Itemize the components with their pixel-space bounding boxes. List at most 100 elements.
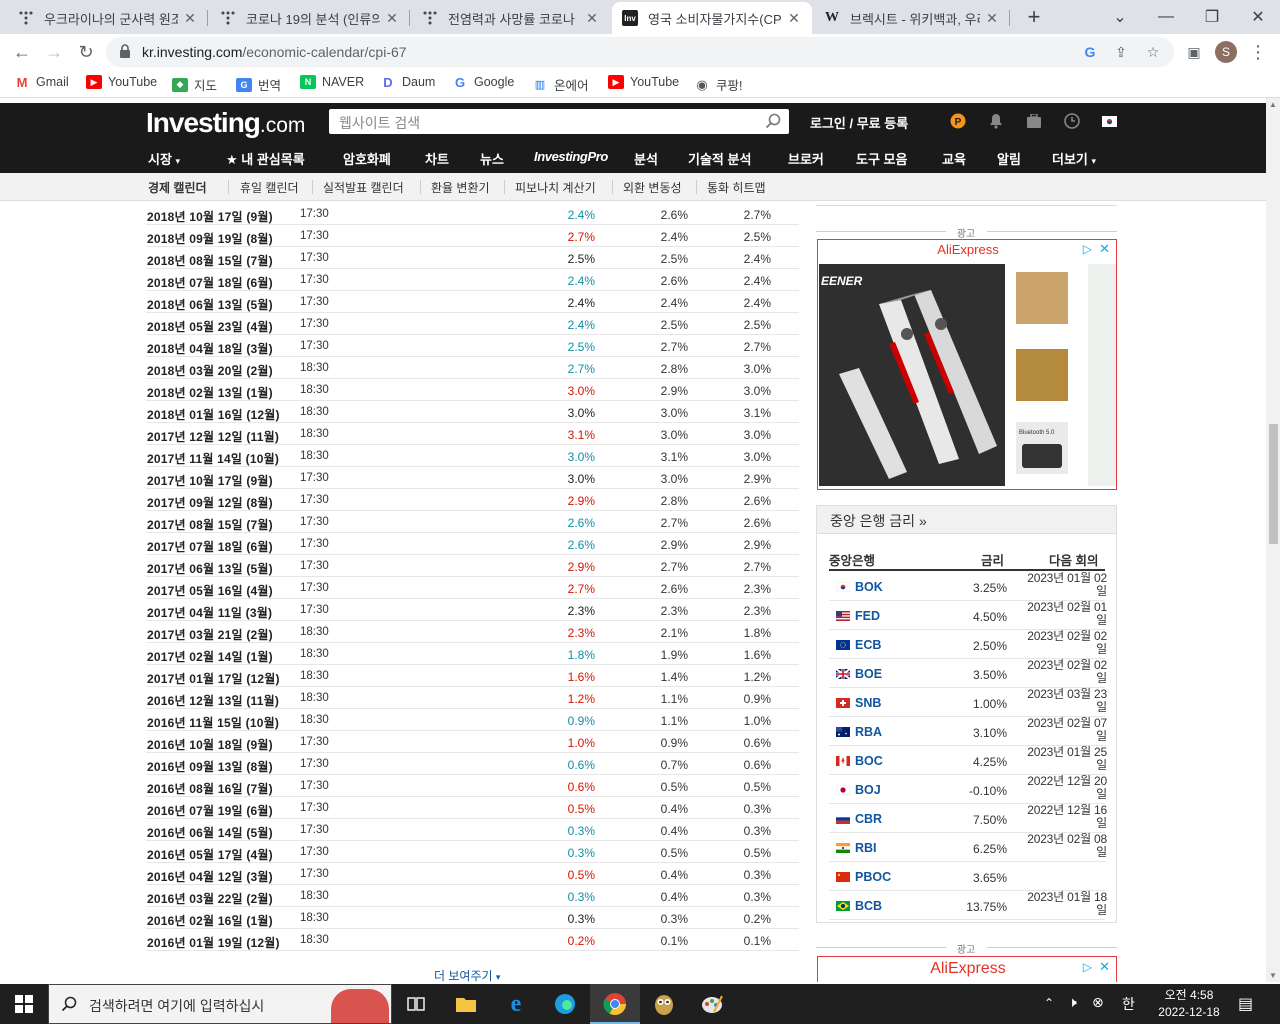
url-field[interactable]: kr.investing.com/economic-calendar/cpi-6…	[106, 37, 1174, 67]
share-icon[interactable]: ⇪	[1112, 43, 1130, 61]
profile-avatar[interactable]: S	[1214, 40, 1238, 64]
volume-icon[interactable]: 🕨	[1068, 994, 1077, 1011]
subnav-holiday-calendar[interactable]: 휴일 캘린더	[240, 179, 299, 196]
nav-more[interactable]: 더보기 ▾	[1052, 149, 1096, 168]
bookmark-onair[interactable]: ▥ 온에어	[532, 75, 589, 94]
taskbar-clock[interactable]: 오전 4:58 2022-12-18	[1148, 987, 1230, 1021]
lock-icon[interactable]	[119, 44, 131, 58]
korea-flag-icon[interactable]	[1101, 113, 1117, 129]
clock-icon[interactable]	[1064, 113, 1080, 129]
search-icon[interactable]	[765, 113, 781, 129]
bank-name-link[interactable]: ECB	[855, 638, 881, 652]
close-icon[interactable]: ✕	[786, 10, 802, 27]
browser-tab[interactable]: 우크라이나의 군사력 원조 ✕	[8, 2, 208, 34]
nav-analysis[interactable]: 분석	[634, 149, 658, 168]
bookmark-youtube[interactable]: ▶ YouTube	[86, 75, 157, 89]
bookmark-star-icon[interactable]: ☆	[1144, 43, 1162, 61]
investingpro-icon[interactable]: P	[950, 113, 966, 129]
restore-button[interactable]: ❐	[1198, 0, 1226, 34]
browser-tab[interactable]: 코로나 19의 분석 (인류의 ✕	[210, 2, 410, 34]
bank-name-link[interactable]: PBOC	[855, 870, 891, 884]
nav-charts[interactable]: 차트	[425, 149, 449, 168]
site-search-input[interactable]: 웹사이트 검색	[329, 109, 789, 134]
windows-start-icon[interactable]	[10, 990, 38, 1018]
google-translate-icon[interactable]: G	[1081, 43, 1099, 61]
bank-name-link[interactable]: BOC	[855, 754, 883, 768]
minimize-button[interactable]: —	[1152, 0, 1180, 34]
bank-name-link[interactable]: BOK	[855, 580, 883, 594]
app-owl-icon[interactable]	[650, 990, 678, 1018]
investing-logo[interactable]: Investing.com	[146, 107, 305, 139]
portfolio-icon[interactable]	[1026, 113, 1042, 129]
bookmark-map[interactable]: ◆ 지도	[172, 75, 217, 94]
bank-name-link[interactable]: SNB	[855, 696, 881, 710]
subnav-earnings-calendar[interactable]: 실적발표 캘린더	[323, 179, 404, 196]
notification-icon[interactable]: ▤	[1238, 994, 1253, 1014]
nav-brokers[interactable]: 브로커	[788, 149, 824, 168]
browser-tab[interactable]: 전염력과 사망률 코로나 ✕	[412, 2, 610, 34]
nav-markets[interactable]: 시장 ▾	[148, 149, 180, 168]
chrome-taskbar-active[interactable]	[590, 984, 640, 1024]
window-close-button[interactable]: ✕	[1244, 0, 1272, 34]
show-more-link[interactable]: 더 보여주기 ▾	[434, 967, 500, 984]
login-register-link[interactable]: 로그인 / 무료 등록	[810, 113, 908, 132]
tray-chevron-icon[interactable]: ⌃	[1044, 996, 1054, 1010]
scroll-down-arrow-icon[interactable]: ▼	[1269, 971, 1277, 980]
ime-indicator[interactable]: 한	[1122, 994, 1135, 1014]
browser-tab-active[interactable]: Inv 영국 소비자물가지수(CPI ✕	[612, 2, 812, 34]
bookmark-gmail[interactable]: M Gmail	[14, 75, 69, 90]
adchoices-icon[interactable]: ▷	[1083, 242, 1092, 256]
nav-investingpro[interactable]: InvestingPro	[534, 149, 608, 164]
close-icon[interactable]: ✕	[182, 10, 198, 27]
nav-tools[interactable]: 도구 모음	[856, 149, 907, 168]
nav-news[interactable]: 뉴스	[480, 149, 504, 168]
widget-header[interactable]: 중앙 은행 금리 »	[817, 506, 1116, 534]
bank-name-link[interactable]: RBI	[855, 841, 877, 855]
subnav-heatmap[interactable]: 통화 히트맵	[707, 179, 766, 196]
task-view-icon[interactable]	[402, 990, 430, 1018]
bookmark-google[interactable]: G Google	[452, 75, 514, 90]
bookmark-daum[interactable]: D Daum	[380, 75, 435, 90]
page-scrollbar[interactable]: ▲ ▼	[1266, 98, 1280, 982]
adchoices-icon[interactable]: ▷	[1083, 960, 1092, 974]
nav-technical[interactable]: 기술적 분석	[688, 149, 751, 168]
taskbar-search-input[interactable]: 검색하려면 여기에 입력하십시	[48, 984, 392, 1024]
nav-alerts[interactable]: 알림	[997, 149, 1021, 168]
bank-name-link[interactable]: BOJ	[855, 783, 881, 797]
close-icon[interactable]: ✕	[984, 10, 1000, 27]
nav-education[interactable]: 교육	[942, 149, 966, 168]
network-off-icon[interactable]: ⊗	[1092, 994, 1104, 1011]
bookmark-coupang[interactable]: ◉ 쿠팡!	[694, 75, 742, 94]
paint-app-icon[interactable]	[698, 990, 726, 1018]
nav-watchlist[interactable]: ★ 내 관심목록	[226, 149, 305, 168]
browser-tab[interactable]: W 브렉시트 - 위키백과, 우리 ✕	[814, 2, 1010, 34]
aliexpress-ad[interactable]: AliExpress ▷ ✕ EENER Bluetooth 5.0	[817, 239, 1117, 490]
bank-name-link[interactable]: CBR	[855, 812, 882, 826]
scroll-up-arrow-icon[interactable]: ▲	[1269, 100, 1277, 109]
bank-name-link[interactable]: RBA	[855, 725, 882, 739]
bookmark-youtube-2[interactable]: ▶ YouTube	[608, 75, 679, 89]
edge-icon[interactable]	[551, 990, 579, 1018]
close-icon[interactable]: ✕	[384, 10, 400, 27]
bookmark-translate[interactable]: G 번역	[236, 75, 281, 94]
scrollbar-thumb[interactable]	[1269, 424, 1278, 544]
close-icon[interactable]: ✕	[584, 10, 600, 27]
bookmark-naver[interactable]: N NAVER	[300, 75, 364, 89]
internet-explorer-icon[interactable]: e	[502, 990, 530, 1018]
side-panel-icon[interactable]: ▣	[1182, 40, 1206, 64]
aliexpress-ad-2[interactable]: AliExpress ▷ ✕	[817, 956, 1117, 982]
bank-name-link[interactable]: BCB	[855, 899, 882, 913]
nav-crypto[interactable]: 암호화폐	[343, 149, 391, 168]
close-icon[interactable]: ✕	[1099, 241, 1110, 257]
menu-kebab-icon[interactable]: ⋮	[1246, 40, 1270, 64]
subnav-currency-converter[interactable]: 환율 변환기	[431, 179, 490, 196]
close-icon[interactable]: ✕	[1099, 959, 1110, 975]
bank-name-link[interactable]: BOE	[855, 667, 882, 681]
tab-search-chevron-icon[interactable]: ⌄	[1106, 0, 1134, 34]
new-tab-button[interactable]: +	[1020, 0, 1048, 34]
reload-button[interactable]: ↻	[74, 40, 98, 64]
bell-icon[interactable]	[988, 113, 1004, 129]
forward-button[interactable]: →	[42, 40, 66, 64]
subnav-economic-calendar[interactable]: 경제 캘린더	[148, 179, 207, 196]
file-explorer-icon[interactable]	[452, 990, 480, 1018]
